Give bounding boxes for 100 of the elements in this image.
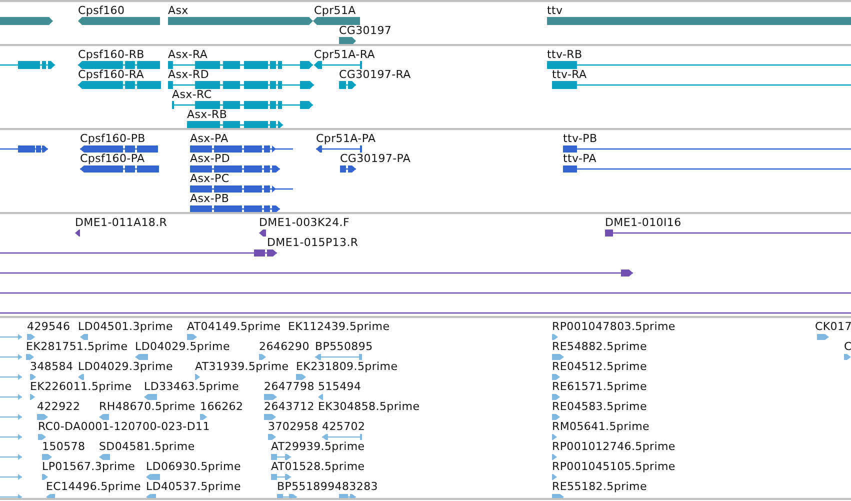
gene-label: ttv bbox=[547, 5, 563, 17]
protein-label: CG30197-PA bbox=[340, 153, 411, 165]
est-glyph[interactable] bbox=[30, 392, 35, 402]
est-glyph[interactable] bbox=[0, 332, 22, 342]
transcript-glyph[interactable] bbox=[168, 60, 313, 70]
transcript-glyph[interactable] bbox=[78, 80, 161, 90]
est-glyph[interactable] bbox=[817, 332, 829, 342]
protein-glyph[interactable] bbox=[80, 144, 158, 154]
protein-glyph[interactable] bbox=[316, 144, 362, 154]
est-glyph[interactable] bbox=[259, 352, 266, 362]
clone-glyph[interactable] bbox=[605, 228, 851, 238]
est-glyph[interactable] bbox=[264, 392, 277, 402]
transcript-label: Asx-RC bbox=[172, 89, 212, 101]
est-glyph[interactable] bbox=[0, 352, 22, 362]
est-glyph[interactable] bbox=[0, 452, 22, 462]
protein-label: Asx-PB bbox=[190, 193, 230, 205]
transcript-glyph[interactable] bbox=[168, 80, 314, 90]
transcript-label: CG30197-RA bbox=[339, 69, 411, 81]
protein-glyph[interactable] bbox=[190, 164, 280, 174]
transcript-glyph[interactable] bbox=[552, 80, 851, 90]
est-glyph[interactable] bbox=[296, 372, 306, 382]
transcript-glyph[interactable] bbox=[187, 120, 283, 128]
est-glyph[interactable] bbox=[27, 332, 35, 342]
protein-glyph[interactable] bbox=[80, 164, 159, 174]
est-label: RE61571.5prime bbox=[552, 381, 647, 393]
est-glyph[interactable] bbox=[322, 432, 362, 442]
est-glyph[interactable] bbox=[844, 352, 851, 362]
clone-glyph[interactable] bbox=[259, 228, 266, 238]
est-glyph[interactable] bbox=[146, 472, 160, 482]
protein-glyph[interactable] bbox=[563, 144, 851, 154]
est-label: EK281751.5prime bbox=[26, 341, 128, 353]
protein-glyph[interactable] bbox=[0, 144, 48, 154]
est-glyph[interactable] bbox=[38, 432, 46, 442]
gene-glyph[interactable] bbox=[339, 36, 356, 44]
est-glyph[interactable] bbox=[42, 472, 48, 482]
est-glyph[interactable] bbox=[99, 452, 110, 462]
est-label: EK304858.5prime bbox=[318, 401, 420, 413]
est-glyph[interactable] bbox=[26, 352, 34, 362]
est-glyph[interactable] bbox=[315, 352, 362, 362]
transcript-glyph[interactable] bbox=[172, 100, 313, 110]
est-glyph[interactable] bbox=[42, 452, 52, 462]
clone-label: DME1-003K24.F bbox=[259, 217, 350, 229]
est-glyph[interactable] bbox=[552, 432, 557, 442]
est-label: RE54882.5prime bbox=[552, 341, 647, 353]
transcript-glyph[interactable] bbox=[314, 60, 362, 70]
gene-glyph[interactable] bbox=[0, 16, 53, 26]
est-glyph[interactable] bbox=[78, 372, 84, 382]
est-glyph[interactable] bbox=[0, 472, 22, 482]
est-glyph[interactable] bbox=[264, 412, 276, 422]
est-glyph[interactable] bbox=[552, 352, 564, 362]
est-label: LD33463.5prime bbox=[144, 381, 239, 393]
est-glyph[interactable] bbox=[99, 412, 109, 422]
protein-glyph[interactable] bbox=[190, 204, 280, 212]
est-glyph[interactable] bbox=[0, 432, 22, 442]
est-glyph[interactable] bbox=[0, 372, 22, 382]
est-glyph[interactable] bbox=[144, 392, 157, 402]
protein-glyph[interactable] bbox=[190, 144, 293, 154]
est-label: RP001045105.5prime bbox=[552, 461, 676, 473]
protein-label: ttv-PB bbox=[563, 133, 598, 145]
est-label: EK112439.5prime bbox=[288, 321, 390, 333]
est-glyph[interactable] bbox=[552, 332, 558, 342]
gene-glyph[interactable] bbox=[313, 16, 360, 26]
est-glyph[interactable] bbox=[200, 412, 207, 422]
est-glyph[interactable] bbox=[271, 472, 291, 482]
est-glyph[interactable] bbox=[268, 432, 276, 442]
est-label: CK017 bbox=[815, 321, 851, 333]
transcript-glyph[interactable] bbox=[339, 80, 356, 90]
transcript-glyph[interactable] bbox=[547, 60, 851, 70]
protein-glyph[interactable] bbox=[190, 184, 293, 194]
gene-glyph[interactable] bbox=[547, 16, 851, 26]
est-glyph[interactable] bbox=[552, 392, 560, 402]
protein-glyph[interactable] bbox=[563, 164, 851, 174]
est-glyph[interactable] bbox=[552, 452, 557, 462]
est-glyph[interactable] bbox=[37, 412, 48, 422]
protein-glyph[interactable] bbox=[340, 164, 356, 174]
est-glyph[interactable] bbox=[552, 472, 557, 482]
clone-glyph[interactable] bbox=[75, 228, 80, 238]
est-glyph[interactable] bbox=[30, 372, 36, 382]
est-label: 2643712 bbox=[264, 401, 314, 413]
gene-label: CG30197 bbox=[339, 25, 392, 37]
est-glyph[interactable] bbox=[0, 412, 22, 422]
protein-label: ttv-PA bbox=[563, 153, 596, 165]
est-glyph[interactable] bbox=[271, 452, 291, 462]
est-glyph[interactable] bbox=[0, 392, 22, 402]
est-glyph[interactable] bbox=[318, 392, 323, 402]
est-glyph[interactable] bbox=[187, 332, 197, 342]
est-label: RC0-DA0001-120700-023-D11 bbox=[38, 421, 210, 433]
est-glyph[interactable] bbox=[552, 372, 560, 382]
est-label: BP550895 bbox=[315, 341, 373, 353]
est-glyph[interactable] bbox=[80, 332, 88, 342]
transcript-glyph[interactable] bbox=[0, 60, 55, 70]
gene-glyph[interactable] bbox=[78, 16, 160, 26]
est-label: AT01528.5prime bbox=[271, 461, 365, 473]
est-glyph[interactable] bbox=[135, 352, 148, 362]
clone-glyph[interactable] bbox=[0, 268, 633, 278]
est-label: EC14496.5prime bbox=[46, 481, 141, 493]
clone-glyph[interactable] bbox=[0, 248, 277, 258]
est-glyph[interactable] bbox=[552, 412, 560, 422]
transcript-glyph[interactable] bbox=[78, 60, 160, 70]
est-glyph[interactable] bbox=[195, 372, 200, 382]
